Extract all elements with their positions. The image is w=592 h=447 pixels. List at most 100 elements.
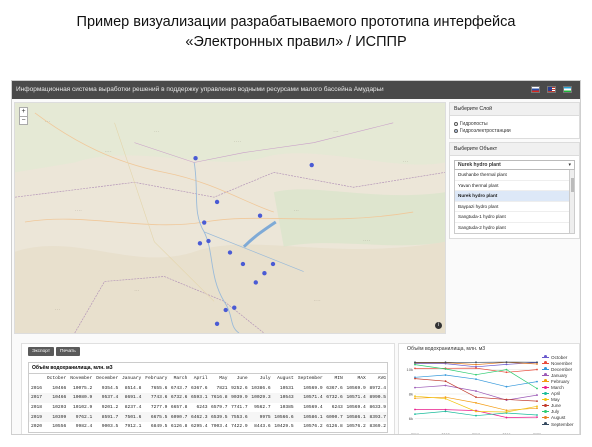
zoom-out-button[interactable]: −	[20, 116, 27, 124]
data-point[interactable]	[444, 410, 447, 413]
uzbek-flag-icon[interactable]	[563, 86, 572, 93]
data-point[interactable]	[475, 390, 477, 392]
data-point[interactable]	[414, 367, 416, 370]
layer-option-hydroposts[interactable]: Гидропосты	[454, 120, 575, 127]
data-point[interactable]	[505, 398, 508, 401]
print-button[interactable]: Печать	[56, 347, 80, 356]
map-canvas[interactable]: · · · · · · · · · · · · · · · · · · · · · · …	[15, 103, 445, 333]
column-header[interactable]: December	[93, 374, 119, 384]
data-point[interactable]	[475, 363, 477, 366]
hydro-marker[interactable]	[197, 241, 203, 246]
layer-option-hydroplants[interactable]: Гидроэлектростанции	[454, 127, 575, 134]
data-point[interactable]	[475, 396, 477, 399]
column-header[interactable]: May	[208, 374, 228, 384]
data-point[interactable]	[414, 397, 416, 400]
data-point[interactable]	[536, 414, 538, 416]
radio-hydroplants[interactable]	[454, 128, 458, 133]
column-header[interactable]: October	[44, 374, 67, 384]
data-point[interactable]	[536, 361, 538, 364]
data-point[interactable]	[444, 396, 447, 399]
list-item[interactable]: Baypazi hydro plant	[455, 202, 574, 213]
zoom-in-button[interactable]: +	[20, 108, 27, 116]
column-header[interactable]: MAX	[344, 374, 367, 384]
column-header[interactable]: September	[295, 374, 324, 384]
data-point[interactable]	[536, 363, 538, 365]
object-select[interactable]: Nurek hydro plant ▾	[454, 160, 575, 170]
data-point[interactable]	[414, 361, 416, 364]
table-row[interactable]: 2020 10556 9982.4 9003.5 7912.1 6849.5 6126.8 6…	[29, 422, 387, 432]
hydro-marker[interactable]	[227, 250, 233, 255]
column-header[interactable]: February	[142, 374, 168, 384]
list-item[interactable]: Dushanbe thermal plant	[455, 170, 574, 181]
list-item-selected[interactable]: Nurek hydro plant	[455, 191, 574, 202]
column-header[interactable]: August	[272, 374, 295, 384]
data-point[interactable]	[475, 414, 477, 417]
hydro-marker[interactable]	[309, 162, 314, 168]
data-point[interactable]	[475, 402, 477, 404]
russian-flag-icon[interactable]	[531, 86, 540, 93]
data-point[interactable]	[475, 361, 477, 364]
export-button[interactable]: Экспорт	[28, 347, 55, 356]
hydro-marker[interactable]	[240, 261, 246, 267]
data-point[interactable]	[505, 361, 508, 364]
data-point[interactable]	[536, 368, 538, 371]
list-scrollbar[interactable]	[569, 170, 574, 233]
hydro-marker[interactable]	[214, 199, 220, 205]
data-point[interactable]	[444, 384, 447, 387]
data-point[interactable]	[444, 361, 447, 364]
table-row[interactable]: 2018 10203 10102.9 9201.2 8237.4 7277.9 6657.8…	[29, 403, 387, 413]
data-point[interactable]	[414, 377, 416, 380]
hydro-marker[interactable]	[193, 156, 198, 161]
data-point[interactable]	[536, 416, 538, 419]
column-header[interactable]: January	[119, 374, 142, 384]
hydro-marker[interactable]	[257, 213, 263, 218]
hydro-marker[interactable]	[270, 261, 276, 267]
table-row[interactable]: 2016 10466 10075.2 9354.5 8514.8 7655.6 6743.7…	[29, 384, 387, 394]
us-flag-icon[interactable]	[547, 86, 556, 93]
data-point[interactable]	[444, 374, 447, 376]
hydro-marker[interactable]	[232, 305, 237, 310]
column-header[interactable]: July	[249, 374, 272, 384]
data-point[interactable]	[414, 408, 416, 411]
data-point[interactable]	[444, 397, 447, 400]
data-point[interactable]	[536, 380, 538, 383]
list-item[interactable]: Yavan thermal plant	[455, 181, 574, 192]
column-header[interactable]: November	[67, 374, 93, 384]
data-point[interactable]	[444, 368, 447, 370]
data-point[interactable]	[505, 409, 508, 412]
hydro-marker[interactable]	[202, 220, 207, 225]
column-header[interactable]: April	[188, 374, 208, 384]
column-header[interactable]	[29, 374, 44, 384]
column-header[interactable]: March	[168, 374, 188, 384]
data-point[interactable]	[414, 395, 416, 398]
data-point[interactable]	[536, 405, 538, 408]
data-point[interactable]	[505, 363, 508, 366]
data-point[interactable]	[475, 378, 477, 381]
data-point[interactable]	[414, 363, 416, 366]
hydro-marker[interactable]	[253, 280, 258, 285]
info-icon[interactable]: i	[435, 322, 442, 329]
hydro-marker[interactable]	[262, 271, 267, 276]
map-view[interactable]: · · · · · · · · · · · · · · · · · · · · · · …	[14, 102, 446, 334]
list-item[interactable]: Sangtuda-1 hydro plant	[455, 212, 574, 223]
data-point[interactable]	[505, 416, 508, 419]
data-point[interactable]	[444, 380, 447, 383]
column-header[interactable]: MIN	[324, 374, 344, 384]
column-header[interactable]: AVG	[367, 374, 387, 384]
scroll-thumb[interactable]	[570, 178, 574, 192]
hydro-marker[interactable]	[223, 307, 228, 313]
data-point[interactable]	[505, 371, 508, 374]
data-point[interactable]	[475, 410, 477, 413]
data-point[interactable]	[414, 386, 416, 389]
data-point[interactable]	[536, 400, 538, 403]
data-point[interactable]	[505, 368, 508, 371]
data-point[interactable]	[536, 387, 538, 390]
legend-item[interactable]: September	[542, 421, 573, 427]
hydro-marker[interactable]	[206, 238, 211, 244]
table-row[interactable]: 2019 10399 9762.1 8591.7 7501.6 6675.5 6090.7 6…	[29, 412, 387, 422]
radio-hydroposts[interactable]	[454, 121, 458, 126]
hydro-marker[interactable]	[214, 321, 220, 326]
data-point[interactable]	[536, 394, 538, 396]
table-row[interactable]: 2017 10466 10080.9 9537.4 8691.4 7743.6 6732.6…	[29, 393, 387, 403]
column-header[interactable]: June	[229, 374, 249, 384]
